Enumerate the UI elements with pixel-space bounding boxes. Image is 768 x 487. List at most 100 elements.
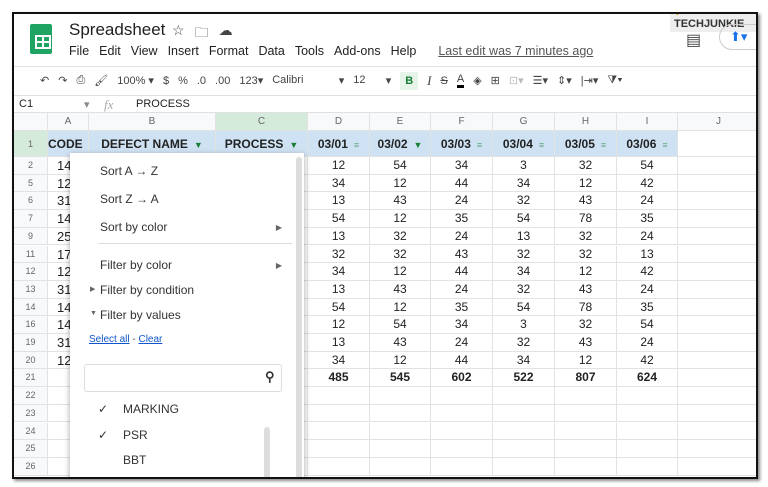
cell[interactable]: 32	[555, 157, 617, 175]
font-size-select[interactable]: 12 ▾	[353, 74, 391, 87]
cell[interactable]: 12	[555, 263, 617, 281]
valign-icon[interactable]: ⇕▾	[557, 74, 572, 87]
filter-icon[interactable]: ≡	[354, 140, 359, 150]
column-header-A[interactable]: A	[48, 113, 89, 131]
cell[interactable]	[678, 175, 756, 193]
cell[interactable]: 35	[431, 298, 493, 317]
filter-value-item[interactable]: PSR	[123, 428, 148, 442]
cell[interactable]	[431, 440, 493, 458]
row-header[interactable]: 6	[14, 192, 48, 211]
sort-by-color[interactable]: Sort by color	[100, 220, 167, 234]
cell[interactable]: 43	[431, 245, 493, 264]
cell[interactable]	[678, 352, 756, 370]
cell[interactable]: 24	[431, 280, 493, 299]
cell[interactable]: 34	[308, 174, 370, 193]
present-button[interactable]: ⬆▾	[719, 24, 756, 50]
total-cell[interactable]: 545	[370, 369, 431, 388]
cell[interactable]: 13	[308, 227, 370, 246]
cell[interactable]: 43	[370, 280, 431, 299]
cell[interactable]: 24	[431, 334, 493, 352]
cell[interactable]	[678, 157, 756, 175]
cell[interactable]	[493, 457, 555, 476]
header-cell[interactable]: 03/06 ≡	[617, 131, 678, 157]
paint-format-icon[interactable]: 🖌	[94, 74, 108, 87]
cell[interactable]: 43	[555, 280, 617, 299]
cell[interactable]: 13	[308, 192, 370, 211]
row-header[interactable]: 23	[14, 404, 48, 423]
header-cell[interactable]: 03/05 ≡	[555, 131, 617, 157]
cell[interactable]: 43	[555, 334, 617, 352]
row-header[interactable]: 1	[14, 131, 48, 157]
cell[interactable]: 34	[493, 174, 555, 193]
cell[interactable]	[431, 457, 493, 476]
filter-value-item[interactable]: MARKING	[123, 402, 179, 416]
filter-by-color[interactable]: Filter by color	[100, 258, 172, 272]
cell[interactable]	[617, 457, 678, 476]
filter-icon[interactable]: ≡	[539, 140, 544, 150]
column-header-I[interactable]: I	[617, 113, 678, 131]
cell[interactable]	[617, 404, 678, 423]
increase-decimal-button[interactable]: .00	[215, 75, 230, 87]
row-header[interactable]: 7	[14, 210, 48, 228]
cell[interactable]	[678, 405, 756, 423]
cell[interactable]: 32	[493, 334, 555, 352]
cell[interactable]: 12	[555, 351, 617, 370]
cell[interactable]	[493, 404, 555, 423]
cell[interactable]: 13	[308, 280, 370, 299]
column-header-E[interactable]: E	[370, 113, 431, 131]
cell[interactable]: 12	[370, 210, 431, 228]
row-header[interactable]: 13	[14, 280, 48, 299]
cell[interactable]	[678, 423, 756, 441]
cell[interactable]	[678, 131, 756, 157]
cell[interactable]: 12	[370, 263, 431, 281]
cell[interactable]: 54	[308, 210, 370, 228]
row-header[interactable]: 2	[14, 157, 48, 175]
cell[interactable]	[308, 422, 370, 441]
cell[interactable]: 54	[370, 157, 431, 175]
total-cell[interactable]: 624	[617, 369, 678, 388]
cell[interactable]: 54	[493, 210, 555, 228]
cell[interactable]: 24	[617, 192, 678, 211]
cell[interactable]	[370, 457, 431, 476]
filter-active-icon[interactable]: ▼	[414, 140, 423, 150]
column-header-H[interactable]: H	[555, 113, 617, 131]
cell[interactable]: 32	[555, 227, 617, 246]
zoom-select[interactable]: 100% ▾	[117, 74, 154, 87]
cell[interactable]: 13	[493, 227, 555, 246]
fill-color-icon[interactable]: ◈	[473, 74, 481, 87]
row-header[interactable]: 20	[14, 351, 48, 370]
header-cell[interactable]: 03/02 ▼	[370, 131, 431, 157]
cell[interactable]	[678, 263, 756, 281]
total-cell[interactable]: 807	[555, 369, 617, 388]
cell[interactable]: 34	[431, 316, 493, 334]
cell[interactable]: 35	[617, 298, 678, 317]
row-header[interactable]: 19	[14, 334, 48, 352]
cell[interactable]: 34	[493, 263, 555, 281]
row-header[interactable]: 16	[14, 316, 48, 334]
cell[interactable]	[617, 387, 678, 405]
cell[interactable]: 78	[555, 210, 617, 228]
cell[interactable]: 43	[555, 192, 617, 211]
filter-value-item[interactable]: BBT	[123, 453, 146, 467]
header-cell[interactable]: 03/03 ≡	[431, 131, 493, 157]
decrease-decimal-button[interactable]: .0	[197, 75, 206, 87]
cell[interactable]	[370, 440, 431, 458]
row-header[interactable]: 25	[14, 440, 48, 458]
cell[interactable]	[678, 369, 756, 388]
menu-file[interactable]: File	[69, 44, 89, 58]
menu-help[interactable]: Help	[391, 44, 417, 58]
cell[interactable]: 12	[370, 351, 431, 370]
cell[interactable]	[370, 387, 431, 405]
cell[interactable]: 13	[308, 334, 370, 352]
borders-icon[interactable]: ⊞	[491, 74, 500, 87]
filter-active-icon[interactable]: ▼	[289, 140, 298, 150]
cell[interactable]	[431, 404, 493, 423]
row-header[interactable]: 14	[14, 298, 48, 317]
cell[interactable]: 32	[370, 245, 431, 264]
sort-z-a[interactable]: Sort Z → A	[100, 192, 159, 206]
format-select[interactable]: 123▾	[239, 74, 263, 87]
cell[interactable]	[617, 422, 678, 441]
move-folder-icon[interactable]: 🗀	[195, 22, 209, 46]
cell[interactable]	[370, 404, 431, 423]
row-header[interactable]: 21	[14, 369, 48, 388]
